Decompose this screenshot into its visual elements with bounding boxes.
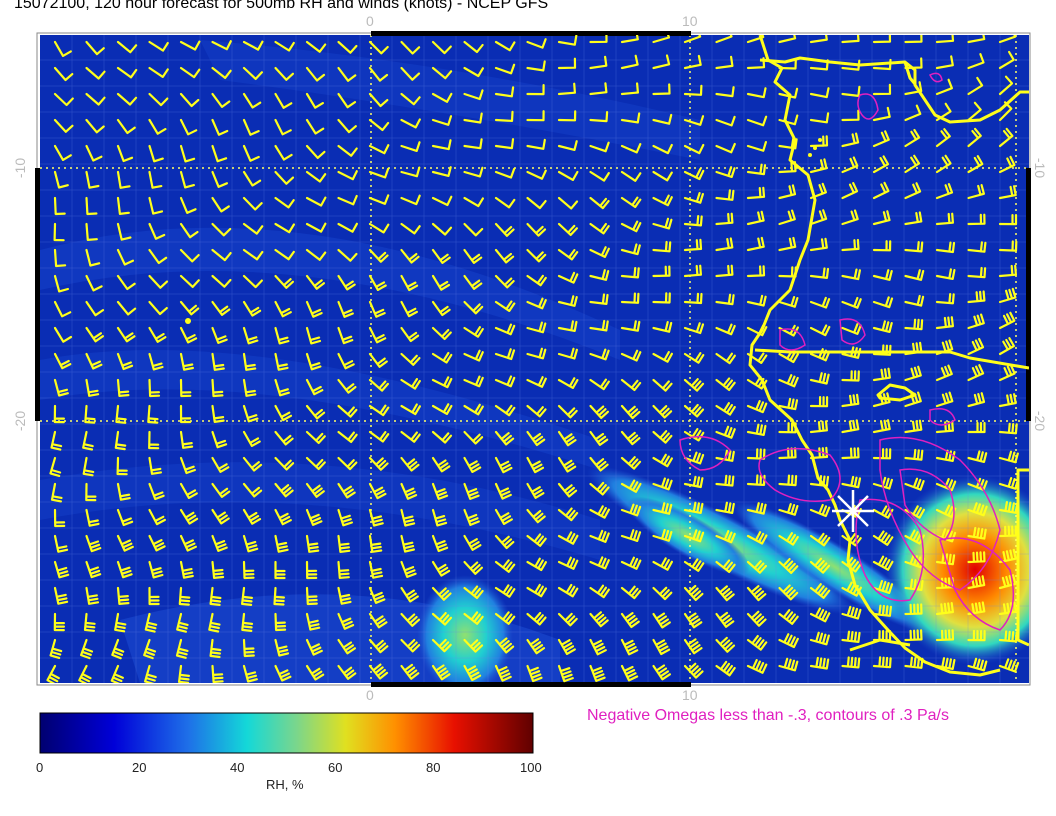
colorbar (39, 712, 534, 754)
bottom-tick-10: 10 (682, 687, 698, 703)
colorbar-title: RH, % (266, 777, 304, 792)
right-tick-minus20: -20 (1032, 410, 1049, 432)
colorbar-tick: 40 (230, 760, 245, 775)
asterisk-icon (832, 490, 874, 532)
weather-map (35, 31, 1031, 754)
colorbar-tick: 100 (520, 760, 542, 775)
bottom-tick-0: 0 (366, 687, 374, 703)
right-tick-minus10: -10 (1032, 157, 1049, 179)
colorbar-tick: 60 (328, 760, 343, 775)
top-tick-0: 0 (366, 13, 374, 29)
colorbar-tick: 20 (132, 760, 147, 775)
top-tick-10: 10 (682, 13, 698, 29)
left-tick-minus10: -10 (12, 157, 29, 179)
omega-legend-note: Negative Omegas less than -.3, contours … (587, 707, 949, 724)
colorbar-tick: 80 (426, 760, 441, 775)
colorbar-tick: 0 (36, 760, 44, 775)
left-tick-minus20: -20 (12, 410, 29, 432)
